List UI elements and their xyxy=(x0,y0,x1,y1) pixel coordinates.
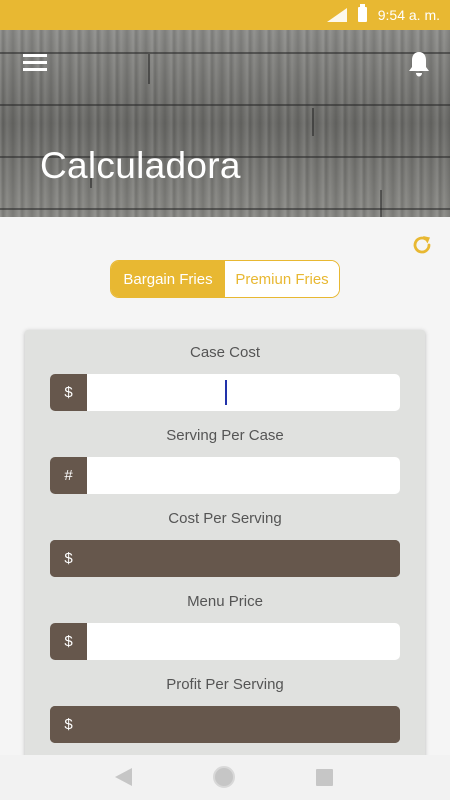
status-time: 9:54 a. m. xyxy=(377,7,440,23)
wood-plank-joint xyxy=(380,190,382,217)
home-circle-icon[interactable] xyxy=(213,766,235,788)
back-triangle-icon[interactable] xyxy=(115,768,132,786)
dollar-prefix: $ xyxy=(50,623,87,660)
menu-price-field[interactable]: $ xyxy=(50,623,400,660)
wood-plank-joint xyxy=(312,108,314,136)
profit-per-serving-output: $ xyxy=(50,706,400,743)
case-cost-label: Case Cost xyxy=(189,344,261,361)
system-nav-bar xyxy=(0,755,450,800)
dollar-prefix: $ xyxy=(50,374,87,411)
case-cost-field[interactable]: $ xyxy=(50,374,400,411)
battery-icon xyxy=(358,4,367,22)
header-banner: Calculadora xyxy=(0,30,450,217)
hash-prefix: # xyxy=(50,457,87,494)
profit-per-serving-value xyxy=(87,706,400,743)
page-title: Calculadora xyxy=(40,145,241,186)
dollar-prefix: $ xyxy=(50,706,87,743)
status-bar: 9:54 a. m. xyxy=(0,0,450,30)
wood-plank-joint xyxy=(148,54,150,84)
menu-price-input[interactable] xyxy=(87,623,400,660)
cost-per-serving-value xyxy=(87,540,400,577)
serving-per-case-input[interactable] xyxy=(87,457,400,494)
refresh-icon[interactable] xyxy=(410,233,434,257)
cost-per-serving-label: Cost Per Serving xyxy=(168,510,282,527)
case-cost-input[interactable] xyxy=(87,374,400,411)
cost-per-serving-output: $ xyxy=(50,540,400,577)
dollar-prefix: $ xyxy=(50,540,87,577)
tab-premiun-fries[interactable]: Premiun Fries xyxy=(225,261,339,297)
calculator-card: Case Cost $ Serving Per Case # Cost Per … xyxy=(25,330,425,770)
fries-type-toggle: Bargain Fries Premiun Fries xyxy=(110,260,340,298)
serving-per-case-label: Serving Per Case xyxy=(166,427,284,444)
hamburger-menu-icon[interactable] xyxy=(23,54,47,74)
text-cursor xyxy=(225,380,227,405)
serving-per-case-field[interactable]: # xyxy=(50,457,400,494)
profit-per-serving-label: Profit Per Serving xyxy=(166,676,284,693)
signal-icon xyxy=(327,8,347,22)
bell-icon[interactable] xyxy=(407,50,431,78)
menu-price-label: Menu Price xyxy=(187,593,263,610)
recent-apps-square-icon[interactable] xyxy=(316,769,333,786)
tab-bargain-fries[interactable]: Bargain Fries xyxy=(111,261,225,297)
